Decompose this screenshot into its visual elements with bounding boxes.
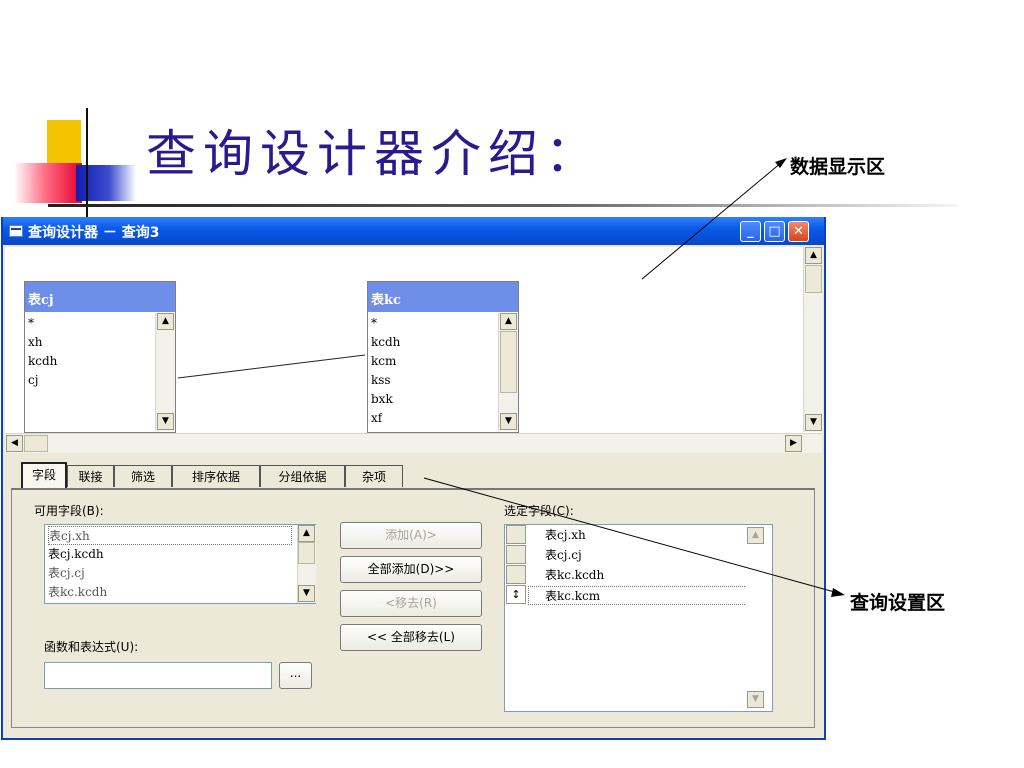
annotation-arrows [423,158,845,597]
